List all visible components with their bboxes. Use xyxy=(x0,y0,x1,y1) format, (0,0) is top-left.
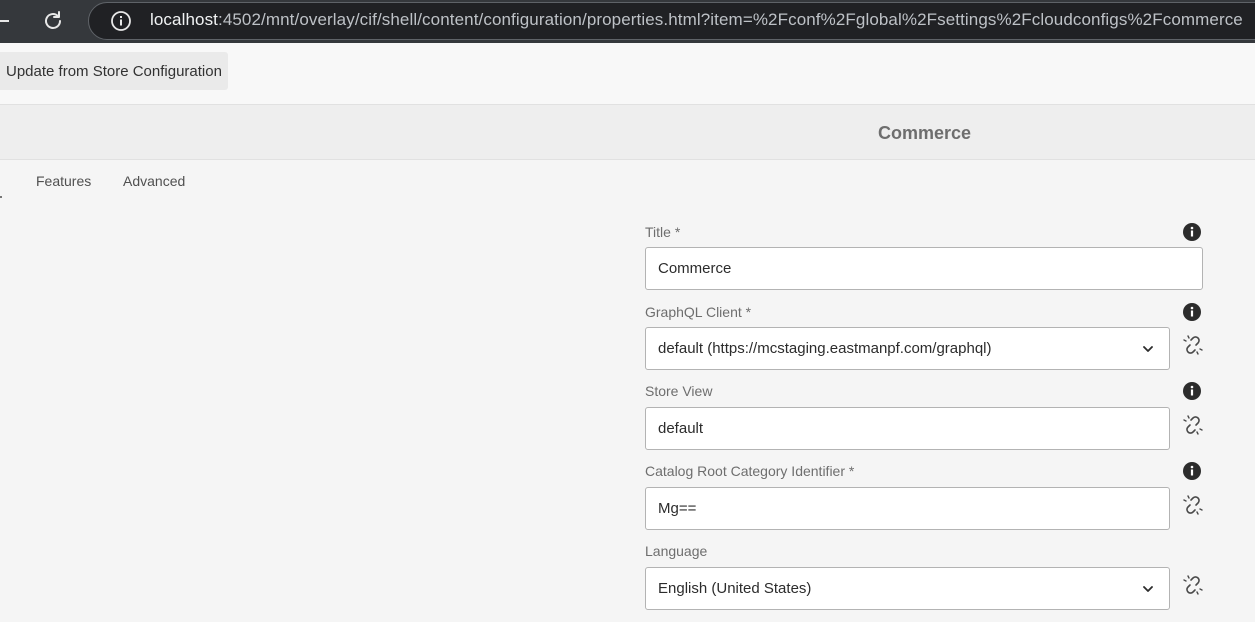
broken-link-icon[interactable] xyxy=(1182,494,1204,516)
catalog-root-value: Mg== xyxy=(658,500,697,517)
language-label: Language xyxy=(645,543,708,559)
page-title: Commerce xyxy=(878,123,972,143)
catalog-root-input[interactable]: Mg== xyxy=(645,487,1170,530)
store-view-value: default xyxy=(658,420,704,437)
url-text[interactable]: localhost:4502/mnt/overlay/cif/shell/con… xyxy=(150,10,1243,30)
reload-icon[interactable] xyxy=(41,9,65,33)
title-label: Title * xyxy=(645,224,681,240)
graphql-client-value: default (https://mcstaging.eastmanpf.com… xyxy=(658,340,992,357)
broken-link-icon[interactable] xyxy=(1182,414,1204,436)
store-view-label: Store View xyxy=(645,383,713,399)
chevron-down-icon xyxy=(1143,586,1153,592)
language-select[interactable]: English (United States) xyxy=(645,567,1170,610)
info-circle-icon[interactable] xyxy=(1182,222,1202,242)
title-bar: Commerce xyxy=(0,105,1255,160)
info-circle-icon[interactable] xyxy=(1182,461,1202,481)
url-path: :4502/mnt/overlay/cif/shell/content/conf… xyxy=(218,10,1243,29)
site-info-icon[interactable] xyxy=(110,10,132,32)
store-view-input[interactable]: default xyxy=(645,407,1170,450)
tab-scroll-indicator xyxy=(0,196,2,198)
title-input[interactable]: Commerce xyxy=(645,247,1203,290)
tab-features[interactable]: Features xyxy=(36,173,91,189)
graphql-client-label: GraphQL Client * xyxy=(645,304,752,320)
back-icon[interactable] xyxy=(0,20,9,22)
broken-link-icon[interactable] xyxy=(1182,334,1204,356)
language-value: English (United States) xyxy=(658,580,812,597)
info-circle-icon[interactable] xyxy=(1182,302,1202,322)
update-from-store-button[interactable]: Update from Store Configuration xyxy=(0,52,228,90)
info-circle-icon[interactable] xyxy=(1182,381,1202,401)
broken-link-icon[interactable] xyxy=(1182,574,1204,596)
url-host: localhost xyxy=(150,10,218,29)
tab-advanced[interactable]: Advanced xyxy=(123,173,185,189)
graphql-client-select[interactable]: default (https://mcstaging.eastmanpf.com… xyxy=(645,327,1170,370)
browser-toolbar: localhost:4502/mnt/overlay/cif/shell/con… xyxy=(0,0,1255,43)
action-bar: Update from Store Configuration xyxy=(0,43,1255,105)
chevron-down-icon xyxy=(1143,346,1153,352)
catalog-root-label: Catalog Root Category Identifier * xyxy=(645,463,855,479)
title-value: Commerce xyxy=(658,260,732,277)
